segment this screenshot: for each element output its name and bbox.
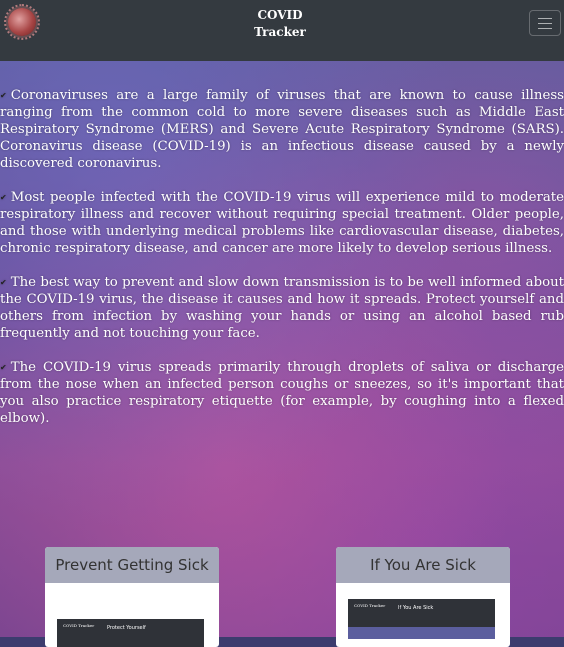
info-paragraph: ✔ The best way to prevent and slow down t… — [0, 274, 564, 342]
brand-title-line1: COVID — [257, 8, 303, 22]
card-thumbnail[interactable]: COVID Tracker Protect Yourself — [57, 619, 204, 647]
hamburger-menu-button[interactable] — [529, 10, 561, 36]
thumb-brand: COVID Tracker — [354, 603, 386, 608]
check-bullet-icon: ✔ — [0, 91, 7, 100]
info-paragraph: ✔ Most people infected with the COVID-19 … — [0, 189, 564, 257]
virus-logo-icon[interactable] — [4, 4, 40, 40]
thumb-brand: COVID Tracker — [63, 623, 95, 628]
check-bullet-icon: ✔ — [0, 193, 7, 202]
card-thumbnail[interactable]: COVID Tracker If You Are Sick — [348, 599, 495, 639]
paragraph-text: The COVID-19 virus spreads primarily thr… — [0, 360, 564, 426]
navbar: COVID Tracker — [0, 0, 564, 61]
hamburger-line — [538, 28, 552, 29]
paragraph-text: Coronaviruses are a large family of viru… — [0, 88, 564, 171]
paragraph-text: Most people infected with the COVID-19 v… — [0, 190, 564, 256]
prevent-card[interactable]: Prevent Getting Sick COVID Tracker Prote… — [45, 547, 219, 647]
check-bullet-icon: ✔ — [0, 363, 7, 372]
paragraph-text: The best way to prevent and slow down tr… — [0, 275, 564, 341]
brand-title-line2: Tracker — [254, 25, 306, 39]
card-title: If You Are Sick — [336, 547, 510, 583]
info-paragraph: ✔ The COVID-19 virus spreads primarily th… — [0, 359, 564, 427]
info-paragraph: ✔ Coronaviruses are a large family of vir… — [0, 87, 564, 172]
hamburger-line — [538, 23, 552, 24]
card-title: Prevent Getting Sick — [45, 547, 219, 583]
check-bullet-icon: ✔ — [0, 278, 7, 287]
brand-title[interactable]: COVID Tracker — [240, 7, 320, 41]
sick-card[interactable]: If You Are Sick COVID Tracker If You Are… — [336, 547, 510, 647]
info-section: ✔ Coronaviruses are a large family of vir… — [0, 87, 564, 444]
thumb-title: Protect Yourself — [107, 625, 146, 631]
thumb-title: If You Are Sick — [398, 605, 434, 611]
thumb-strip — [348, 627, 495, 639]
hamburger-line — [538, 18, 552, 19]
